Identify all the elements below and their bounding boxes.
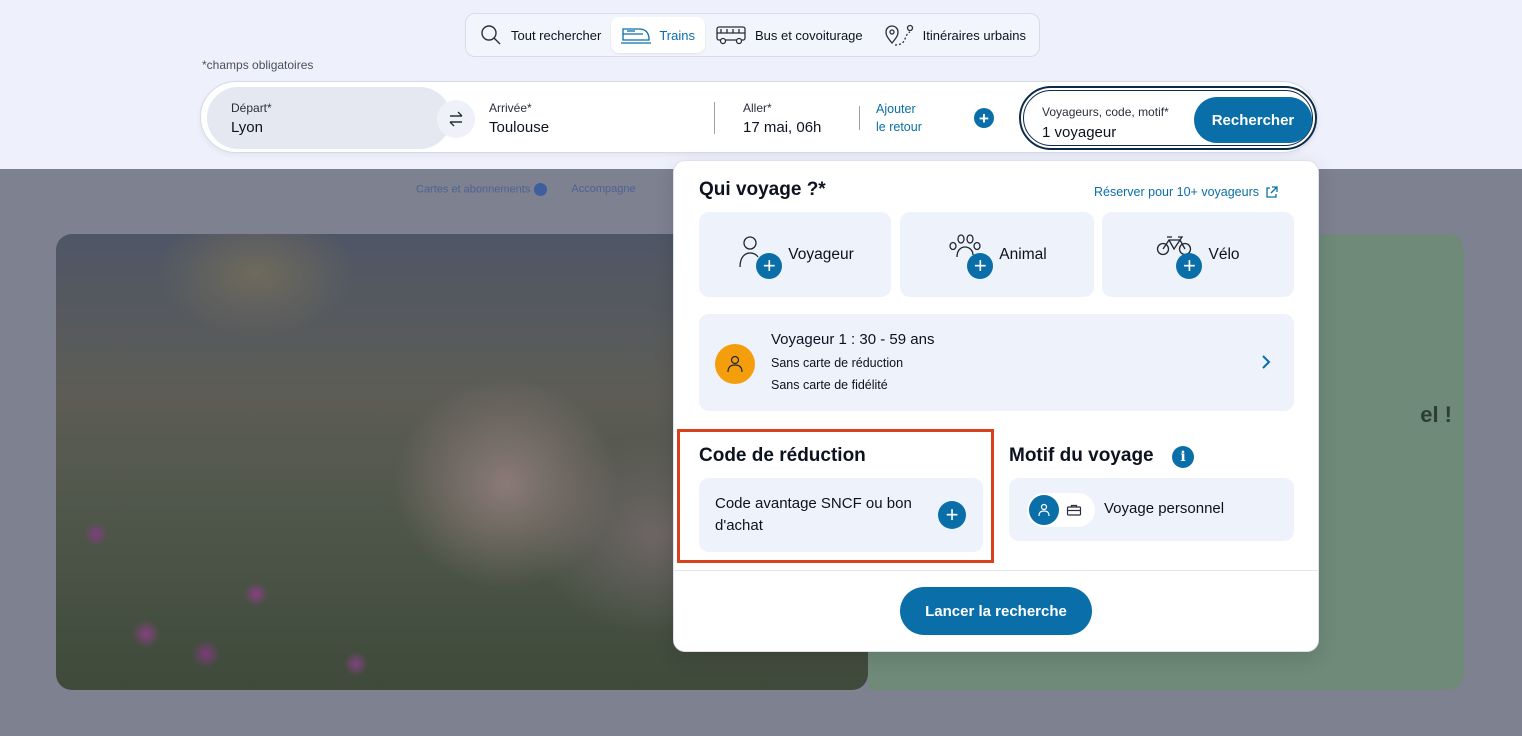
background-sublink-accompany: Accompagne bbox=[571, 183, 636, 195]
add-animal-label: Animal bbox=[999, 245, 1047, 263]
panel-title: Qui voyage ?* bbox=[699, 179, 826, 200]
person-add-icon: + bbox=[736, 233, 783, 279]
depart-field[interactable]: Départ* Lyon bbox=[207, 87, 451, 149]
plus-icon: + bbox=[967, 252, 994, 279]
bike-add-icon: + bbox=[1156, 233, 1203, 279]
search-button[interactable]: Rechercher bbox=[1194, 97, 1312, 143]
traveler-title: Voyageur 1 : 30 - 59 ans bbox=[771, 331, 935, 348]
briefcase-icon bbox=[1065, 501, 1083, 519]
add-animal-button[interactable]: + Animal bbox=[900, 212, 1094, 297]
traveler-reduction-card: Sans carte de réduction bbox=[771, 356, 904, 370]
plus-icon: + bbox=[1176, 252, 1203, 279]
bus-icon bbox=[716, 26, 746, 45]
add-return-link[interactable]: Ajouter le retour bbox=[876, 100, 922, 136]
trip-purpose-selector[interactable]: Voyage personnel bbox=[1009, 478, 1294, 541]
voyageurs-label: Voyageurs, code, motif* bbox=[1042, 105, 1169, 119]
add-return-line1: Ajouter bbox=[876, 102, 916, 116]
person-icon bbox=[727, 355, 743, 373]
arrivee-value: Toulouse bbox=[489, 118, 550, 136]
voyageurs-value: 1 voyageur bbox=[1042, 124, 1117, 141]
info-icon[interactable]: i bbox=[1172, 446, 1194, 468]
tab-tout-rechercher[interactable]: Tout rechercher bbox=[469, 17, 611, 53]
travelers-dropdown-panel: Qui voyage ?* Réserver pour 10+ voyageur… bbox=[673, 160, 1319, 652]
swap-stations-button[interactable] bbox=[437, 100, 475, 138]
tab-trains[interactable]: Trains bbox=[611, 17, 705, 53]
tab-label: Bus et covoiturage bbox=[754, 27, 863, 43]
hero-promo-text: el ! bbox=[1420, 402, 1452, 427]
add-return-plus-icon[interactable]: + bbox=[974, 108, 994, 128]
discount-code-label: Code avantage SNCF ou bon d'achat bbox=[715, 495, 912, 534]
search-icon bbox=[481, 25, 501, 45]
depart-label: Départ* bbox=[231, 100, 272, 115]
avatar bbox=[715, 344, 755, 384]
arrivee-field[interactable]: Arrivée* Toulouse bbox=[489, 82, 699, 154]
swap-arrows-icon bbox=[449, 111, 463, 127]
tab-label: Itinéraires urbains bbox=[922, 27, 1026, 43]
paw-add-icon: + bbox=[947, 233, 994, 279]
search-mode-tabs: Tout rechercher Trains Bus et covoiturag… bbox=[465, 13, 1040, 57]
traveler-loyalty-card: Sans carte de fidélité bbox=[771, 378, 888, 392]
trip-purpose-toggle[interactable] bbox=[1027, 493, 1095, 527]
motif-section-title: Motif du voyage bbox=[1009, 445, 1154, 466]
trip-purpose-value: Voyage personnel bbox=[1104, 500, 1225, 517]
tab-label: Tout rechercher bbox=[511, 27, 602, 43]
plus-icon: + bbox=[938, 501, 966, 529]
add-discount-code-button[interactable]: Code avantage SNCF ou bon d'achat + bbox=[699, 478, 983, 552]
train-icon bbox=[621, 28, 652, 44]
depart-value: Lyon bbox=[231, 118, 263, 136]
voyageurs-field[interactable]: Voyageurs, code, motif* 1 voyageur Reche… bbox=[1019, 86, 1317, 150]
voyageurs-field-focus-ring: Voyageurs, code, motif* 1 voyageur Reche… bbox=[1023, 90, 1313, 146]
required-fields-note: *champs obligatoires bbox=[202, 58, 314, 72]
plus-icon: + bbox=[756, 252, 783, 279]
search-bar: Départ* Lyon Arrivée* Toulouse Aller* 17… bbox=[200, 81, 1318, 153]
aller-date-field[interactable]: Aller* 17 mai, 06h bbox=[743, 82, 853, 154]
divider bbox=[714, 102, 715, 134]
external-link-icon bbox=[1266, 185, 1278, 198]
arrivee-label: Arrivée* bbox=[489, 100, 532, 115]
aller-label: Aller* bbox=[743, 100, 772, 115]
group-booking-link[interactable]: Réserver pour 10+ voyageurs bbox=[1094, 185, 1278, 199]
add-velo-label: Vélo bbox=[1208, 245, 1240, 263]
personal-trip-icon bbox=[1029, 495, 1059, 525]
add-velo-button[interactable]: + Vélo bbox=[1102, 212, 1294, 297]
aller-value: 17 mai, 06h bbox=[743, 118, 822, 136]
divider bbox=[859, 106, 860, 130]
traveler-card[interactable]: Voyageur 1 : 30 - 59 ans Sans carte de r… bbox=[699, 314, 1294, 411]
add-voyageur-button[interactable]: + Voyageur bbox=[699, 212, 891, 297]
add-voyageur-label: Voyageur bbox=[788, 245, 854, 263]
group-booking-label: Réserver pour 10+ voyageurs bbox=[1093, 185, 1259, 199]
chevron-right-icon bbox=[1262, 355, 1271, 369]
code-section-title: Code de réduction bbox=[699, 445, 866, 466]
launch-search-button[interactable]: Lancer la recherche bbox=[900, 587, 1092, 635]
info-dot-icon bbox=[534, 183, 548, 196]
background-sublinks: Cartes et abonnements Accompagne bbox=[416, 183, 636, 196]
divider bbox=[674, 570, 1318, 571]
tab-itineraires-urbains[interactable]: Itinéraires urbains bbox=[873, 17, 1036, 53]
add-return-line2: le retour bbox=[876, 120, 922, 134]
background-sublink-cards: Cartes et abonnements bbox=[416, 183, 548, 196]
route-icon bbox=[885, 24, 913, 46]
tab-bus-covoiturage[interactable]: Bus et covoiturage bbox=[705, 17, 873, 53]
tab-label: Trains bbox=[659, 27, 695, 43]
